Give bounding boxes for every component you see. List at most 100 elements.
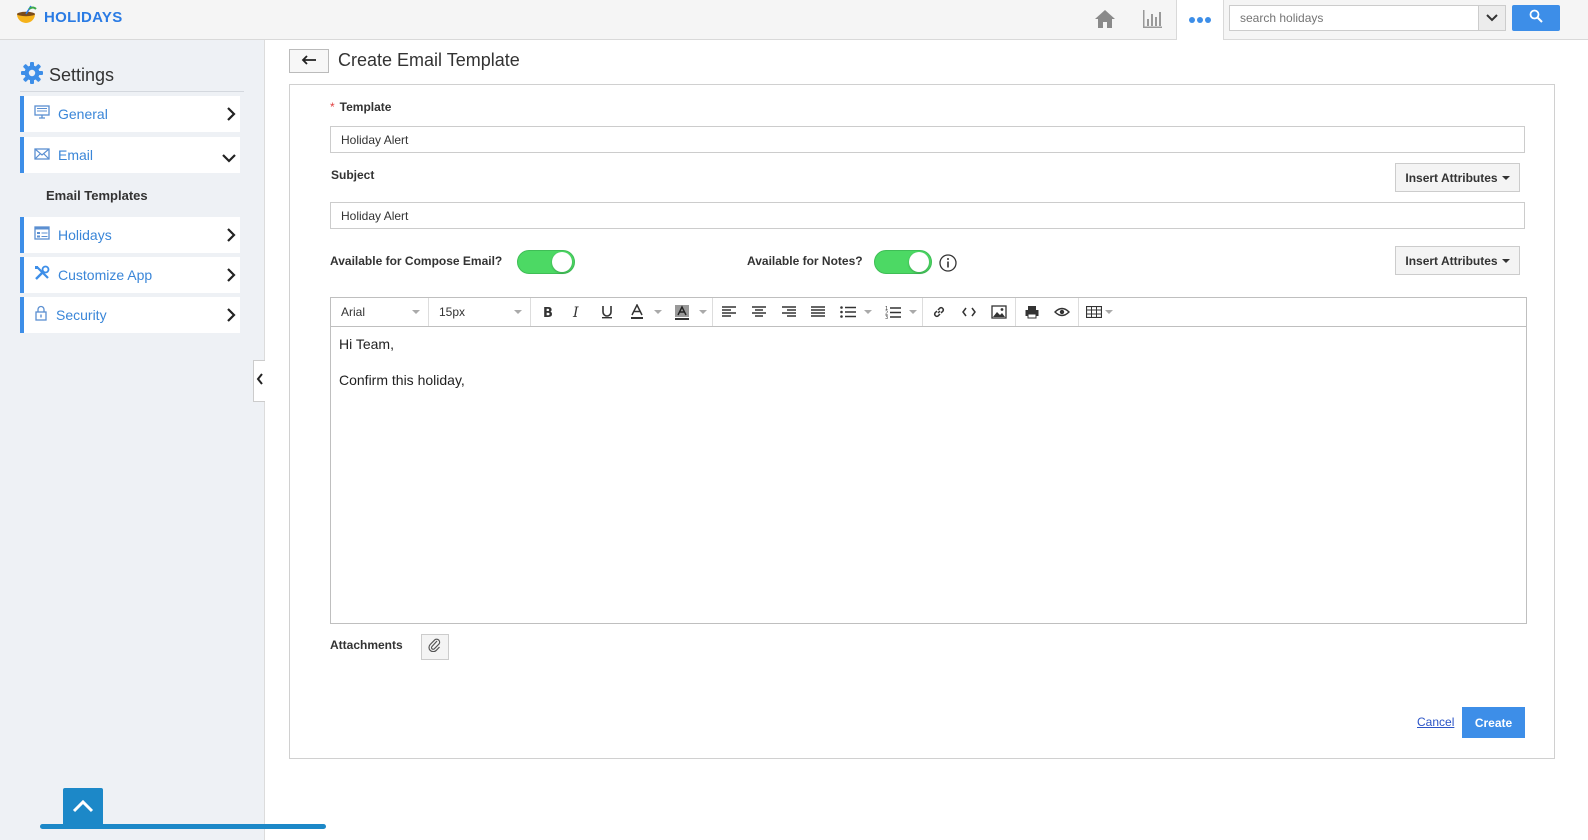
sidebar-subitem-email-templates[interactable]: Email Templates (46, 188, 148, 203)
subject-input[interactable] (330, 202, 1525, 229)
caret-down-icon (514, 310, 522, 314)
svg-text:I: I (572, 305, 579, 319)
editor-line: Confirm this holiday, (339, 372, 465, 388)
sidebar-item-security[interactable]: Security (20, 297, 240, 333)
settings-header: Settings (20, 60, 244, 92)
print-button[interactable] (1021, 302, 1043, 322)
insert-table-button[interactable] (1083, 302, 1105, 322)
home-icon[interactable] (1092, 6, 1118, 32)
align-left-button[interactable] (718, 302, 740, 322)
insert-link-button[interactable] (928, 302, 950, 322)
more-dots-icon (1188, 11, 1212, 29)
sidebar-item-general[interactable]: General (20, 96, 240, 132)
font-family-select[interactable]: Arial (331, 298, 429, 326)
bullet-list-button[interactable] (837, 302, 859, 322)
template-name-input[interactable] (330, 126, 1525, 153)
toggle-knob (909, 252, 929, 272)
sidebar-item-label: Security (56, 307, 107, 323)
background-color-button[interactable] (671, 302, 693, 322)
coconut-drink-icon (14, 5, 38, 29)
compose-email-toggle[interactable] (517, 250, 575, 274)
bold-button[interactable]: B (537, 302, 559, 322)
numbered-list-button[interactable]: 123 (882, 302, 904, 322)
back-button[interactable] (289, 49, 329, 73)
sidebar-item-customize-app[interactable]: Customize App (20, 257, 240, 293)
lock-icon (34, 305, 48, 326)
paperclip-icon (428, 638, 442, 657)
info-icon[interactable] (939, 254, 957, 272)
chevron-down-icon (1486, 9, 1498, 27)
font-color-button[interactable] (626, 302, 648, 322)
underline-button[interactable] (596, 302, 618, 322)
subject-label: Subject (331, 168, 375, 182)
chevron-right-icon (226, 107, 236, 126)
editor-toolbar: Arial 15px B I 1 2 3 (331, 298, 1526, 327)
preview-eye-button[interactable] (1051, 302, 1073, 322)
svg-text:3: 3 (885, 315, 888, 319)
code-view-button[interactable] (958, 302, 980, 322)
italic-button[interactable]: I (566, 302, 588, 322)
chevron-right-icon (226, 308, 236, 327)
required-mark: * (330, 100, 335, 114)
font-size-select[interactable]: 15px (429, 298, 531, 326)
editor-line: Hi Team, (339, 336, 394, 352)
more-menu[interactable] (1176, 0, 1224, 40)
sidebar-item-holidays[interactable]: Holidays (20, 217, 240, 253)
chevron-right-icon (226, 228, 236, 247)
notes-toggle[interactable] (874, 250, 932, 274)
compose-email-label: Available for Compose Email? (330, 254, 503, 268)
caret-down-icon[interactable] (909, 310, 917, 314)
caret-down-icon[interactable] (1105, 310, 1113, 314)
caret-down-icon (1501, 258, 1510, 263)
editor-content[interactable]: Hi Team, Confirm this holiday, (339, 336, 465, 408)
caret-down-icon (412, 310, 420, 314)
app-name: HOLIDAYS (44, 8, 123, 26)
page-title: Create Email Template (338, 50, 520, 70)
caret-down-icon[interactable] (654, 310, 662, 314)
caret-down-icon[interactable] (699, 310, 707, 314)
gear-icon (20, 61, 44, 90)
search-filter-dropdown[interactable] (1478, 5, 1506, 31)
insert-attributes-body-button[interactable]: Insert Attributes (1395, 246, 1520, 275)
chevron-left-icon (256, 372, 264, 390)
align-justify-button[interactable] (807, 302, 829, 322)
tools-icon (34, 265, 50, 286)
sidebar-item-label: Holidays (58, 227, 112, 243)
search-input[interactable] (1229, 5, 1479, 31)
bottom-bar (40, 824, 326, 829)
notes-label: Available for Notes? (747, 254, 863, 268)
create-button[interactable]: Create (1462, 707, 1525, 738)
insert-attributes-subject-button[interactable]: Insert Attributes (1395, 163, 1520, 192)
sidebar-item-email[interactable]: Email (20, 137, 240, 173)
top-bar: HOLIDAYS (0, 0, 1588, 40)
insert-image-button[interactable] (988, 302, 1010, 322)
settings-sidebar: Settings General Email Email Templates H… (0, 40, 326, 840)
cancel-link[interactable]: Cancel (1417, 715, 1454, 729)
chevron-right-icon (226, 268, 236, 287)
monitor-icon (34, 104, 50, 124)
sidebar-item-label: General (58, 106, 108, 122)
sidebar-item-label: Customize App (58, 267, 153, 283)
search-button[interactable] (1512, 5, 1560, 31)
chevron-down-icon (222, 150, 236, 168)
template-label: * Template (330, 100, 392, 114)
align-center-button[interactable] (748, 302, 770, 322)
envelope-icon (34, 146, 50, 165)
rich-text-editor: Arial 15px B I 1 2 3 Hi Team, Confirm th… (330, 297, 1527, 624)
scroll-to-top-button[interactable] (63, 788, 103, 828)
chevron-up-icon (72, 799, 94, 818)
caret-down-icon (1501, 175, 1510, 180)
app-brand[interactable]: HOLIDAYS (14, 4, 123, 30)
sidebar-item-label: Email (58, 147, 94, 163)
search-icon (1529, 9, 1543, 28)
arrow-left-icon (301, 52, 317, 70)
settings-title: Settings (49, 65, 115, 85)
bar-chart-icon[interactable] (1139, 6, 1165, 32)
align-right-button[interactable] (778, 302, 800, 322)
attachments-label: Attachments (330, 638, 403, 652)
sidebar-collapse-toggle[interactable] (253, 360, 265, 402)
svg-text:B: B (543, 306, 553, 319)
caret-down-icon[interactable] (864, 310, 872, 314)
calendar-list-icon (34, 225, 50, 245)
attach-file-button[interactable] (421, 634, 449, 660)
